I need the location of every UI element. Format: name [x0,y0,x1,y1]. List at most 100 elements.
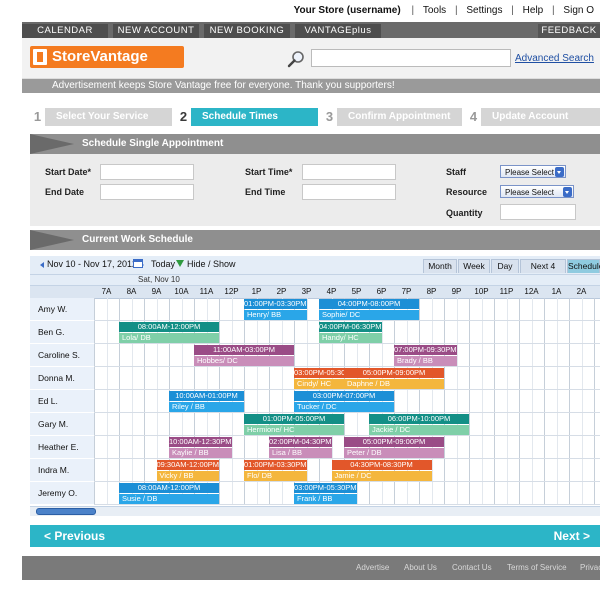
appointment-block[interactable]: 04:00PM-06:30PM Handy/ HC [319,322,382,343]
step-schedule-times[interactable]: 2 Schedule Times [176,108,318,126]
hour-label: 9A [151,287,162,296]
resource-select[interactable]: Please Select [500,185,574,198]
scrollbar-thumb[interactable] [36,508,96,515]
previous-range-icon[interactable] [40,261,44,268]
previous-button[interactable]: < Previous [44,525,105,547]
date-header: Sat, Nov 10 [30,275,600,286]
appointment-time: 05:00PM-09:00PM [344,437,444,447]
appointment-block[interactable]: 04:30PM-08:30PM Jamie / DC [331,460,432,481]
view-tab-day[interactable]: Day [491,259,519,273]
nav-tab-new-booking[interactable]: NEW BOOKING [204,24,290,38]
footer-link-terms[interactable]: Terms of Service [507,556,567,580]
footer-link-contact-us[interactable]: Contact Us [452,556,492,580]
step-select-service[interactable]: 1 Select Your Service [30,108,172,126]
hour-label: 2P [276,287,287,296]
filter-icon[interactable] [176,260,184,267]
step-label: Update Account Labels [492,111,569,140]
store-vantage-logo[interactable]: StoreVantage [30,46,184,68]
nav-tab-vantageplus[interactable]: VANTAGEplus [295,24,381,38]
help-link[interactable]: Help [523,5,544,16]
hour-label: 7A [101,287,112,296]
pager-bar: < Previous Next > [30,525,600,547]
next-button[interactable]: Next > [554,525,590,547]
appointment-block[interactable]: 10:00AM-12:30PM Kaylie / BB [169,437,232,458]
footer-link-privacy[interactable]: Privacy [580,556,600,580]
appointment-block[interactable]: 07:00PM-09:30PM Brady / BB [394,345,457,366]
view-tab-schedule[interactable]: Schedule [567,259,600,273]
staff-select[interactable]: Please Select [500,165,566,178]
quantity-label: Quantity [446,208,483,218]
staff-row-label: Amy W. [30,298,94,321]
appointment-time: 10:00AM-12:30PM [169,437,232,447]
horizontal-scrollbar[interactable] [30,506,600,516]
footer-link-advertise[interactable]: Advertise [356,556,389,580]
appointment-block[interactable]: 01:00PM-05:00PM Hermione/ HC [244,414,344,435]
start-date-label: Start Date* [45,167,92,177]
end-date-input[interactable] [100,184,194,200]
sign-out-link[interactable]: Sign O [563,5,594,16]
appointment-client: Hobbes/ DC [194,356,294,366]
view-tab-next-4-days[interactable]: Next 4 Days [520,259,566,284]
calendar-icon[interactable] [133,259,143,268]
staff-row[interactable] [94,413,600,436]
appointment-block[interactable]: 01:00PM-03:30PM Henry/ BB [244,299,307,320]
appointment-block[interactable]: 04:00PM-08:00PM Sophie/ DC [319,299,419,320]
start-date-input[interactable] [100,164,194,180]
appointment-block[interactable]: 05:00PM-09:00PM Peter / DB [344,437,444,458]
advanced-search-link[interactable]: Advanced Search [515,53,594,64]
appointment-block[interactable]: 10:00AM-01:00PM Riley / BB [169,391,244,412]
quantity-input[interactable] [500,204,576,220]
end-time-input[interactable] [302,184,396,200]
appointment-time: 03:00PM-07:00PM [294,391,394,401]
appointment-block[interactable]: 02:00PM-04:30PM Lisa / BB [269,437,332,458]
appointment-block[interactable]: 06:00PM-10:00PM Jackie / DC [369,414,469,435]
schedule-single-form: Start Date* End Date Start Time* End Tim… [30,154,600,226]
staff-row-label: Caroline S. [30,344,94,367]
appointment-block[interactable]: 01:00PM-03:30PM Flo/ DB [244,460,307,481]
nav-tab-new-account[interactable]: NEW ACCOUNT [113,24,199,38]
hour-label: 10A [174,287,189,296]
appointment-time: 04:00PM-06:30PM [319,322,382,332]
appointment-time: 01:00PM-03:30PM [244,299,307,309]
start-time-label: Start Time* [245,167,293,177]
appointment-block[interactable]: 11:00AM-03:00PM Hobbes/ DC [194,345,294,366]
view-tab-week[interactable]: Week [458,259,490,273]
tools-link[interactable]: Tools [423,5,446,16]
appointment-block[interactable]: 05:00PM-09:00PM Daphne / DB [344,368,444,389]
hour-label: 10P [474,287,489,296]
appointment-time: 06:00PM-10:00PM [369,414,469,424]
date-range-nav: Nov 10 - Nov 17, 2012 [40,259,145,269]
start-time-input[interactable] [302,164,396,180]
advertisement-banner: Advertisement keeps Store Vantage free f… [22,79,600,93]
appointment-block[interactable]: 08:00AM-12:00PM Lola/ DB [119,322,219,343]
step-confirm-appointment[interactable]: 3 Confirm Appointment [322,108,462,126]
step-update-account-labels[interactable]: 4 Update Account Labels [466,108,600,140]
staff-row-label: Jeremy O. [30,482,94,505]
appointment-block[interactable]: 09:30AM-12:00PM Vicky / BB [156,460,219,481]
schedule-single-header: Schedule Single Appointment [30,134,600,154]
nav-tab-feedback[interactable]: FEEDBACK [538,24,600,38]
view-tab-month[interactable]: Month [423,259,457,273]
staff-row[interactable] [94,344,600,367]
appointment-block[interactable]: 03:00PM-05:30PM Frank / BB [294,483,357,504]
appointment-time: 07:00PM-09:30PM [394,345,457,355]
hide-show-button[interactable]: Hide / Show [187,259,236,269]
booking-steps: 1 Select Your Service 2 Schedule Times 3… [30,108,600,140]
schedule-grid: Amy W. Ben G. Caroline S. Donna M. Ed L. Gary… [30,298,600,505]
username-label[interactable]: Your Store (username) [294,5,401,16]
today-button[interactable]: Today [151,259,175,269]
footer-link-about-us[interactable]: About Us [404,556,437,580]
search-input[interactable] [311,49,511,67]
appointment-block[interactable]: 03:00PM-07:00PM Tucker / DC [294,391,394,412]
logo-door-icon [33,49,47,65]
end-date-label: End Date [45,187,85,197]
appointment-block[interactable]: 08:00AM-12:00PM Susie / DB [119,483,219,504]
settings-link[interactable]: Settings [466,5,502,16]
chevron-down-icon [555,167,564,177]
appointment-client: Daphne / DB [344,379,444,389]
nav-tab-calendar[interactable]: CALENDAR [22,24,108,38]
appointment-time: 02:00PM-04:30PM [269,437,332,447]
search-icon[interactable] [287,50,305,68]
staff-label: Staff [446,167,466,177]
appointment-client: Vicky / BB [156,471,219,481]
